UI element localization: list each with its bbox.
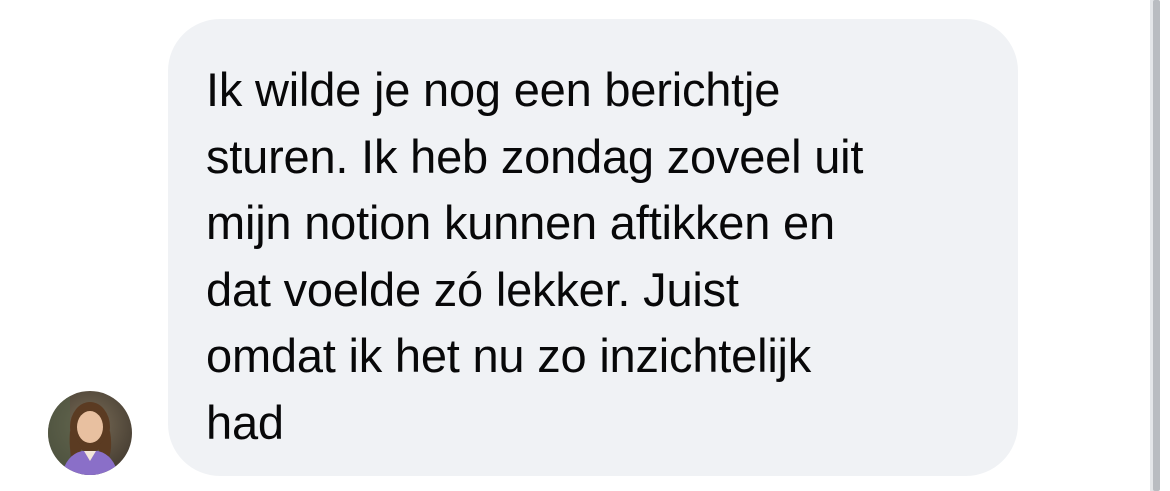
avatar-photo-icon: [48, 391, 132, 475]
message-line: dat voelde zó lekker. Juist: [206, 262, 739, 316]
message-line: sturen. Ik heb zondag zoveel uit: [206, 129, 864, 183]
message-bubble[interactable]: Ik wilde je nog een berichtje sturen. Ik…: [168, 19, 1018, 476]
message-line: mijn notion kunnen aftikken en: [206, 196, 835, 249]
message-line: Ik wilde je nog een berichtje: [206, 63, 781, 116]
message-line: omdat ik het nu zo inzichtelijk: [206, 329, 812, 382]
contact-avatar[interactable]: [48, 391, 132, 475]
scrollbar-thumb[interactable]: [1153, 0, 1160, 491]
chat-screen: Ik wilde je nog een berichtje sturen. Ik…: [0, 0, 1170, 491]
message-line: had: [206, 395, 284, 449]
